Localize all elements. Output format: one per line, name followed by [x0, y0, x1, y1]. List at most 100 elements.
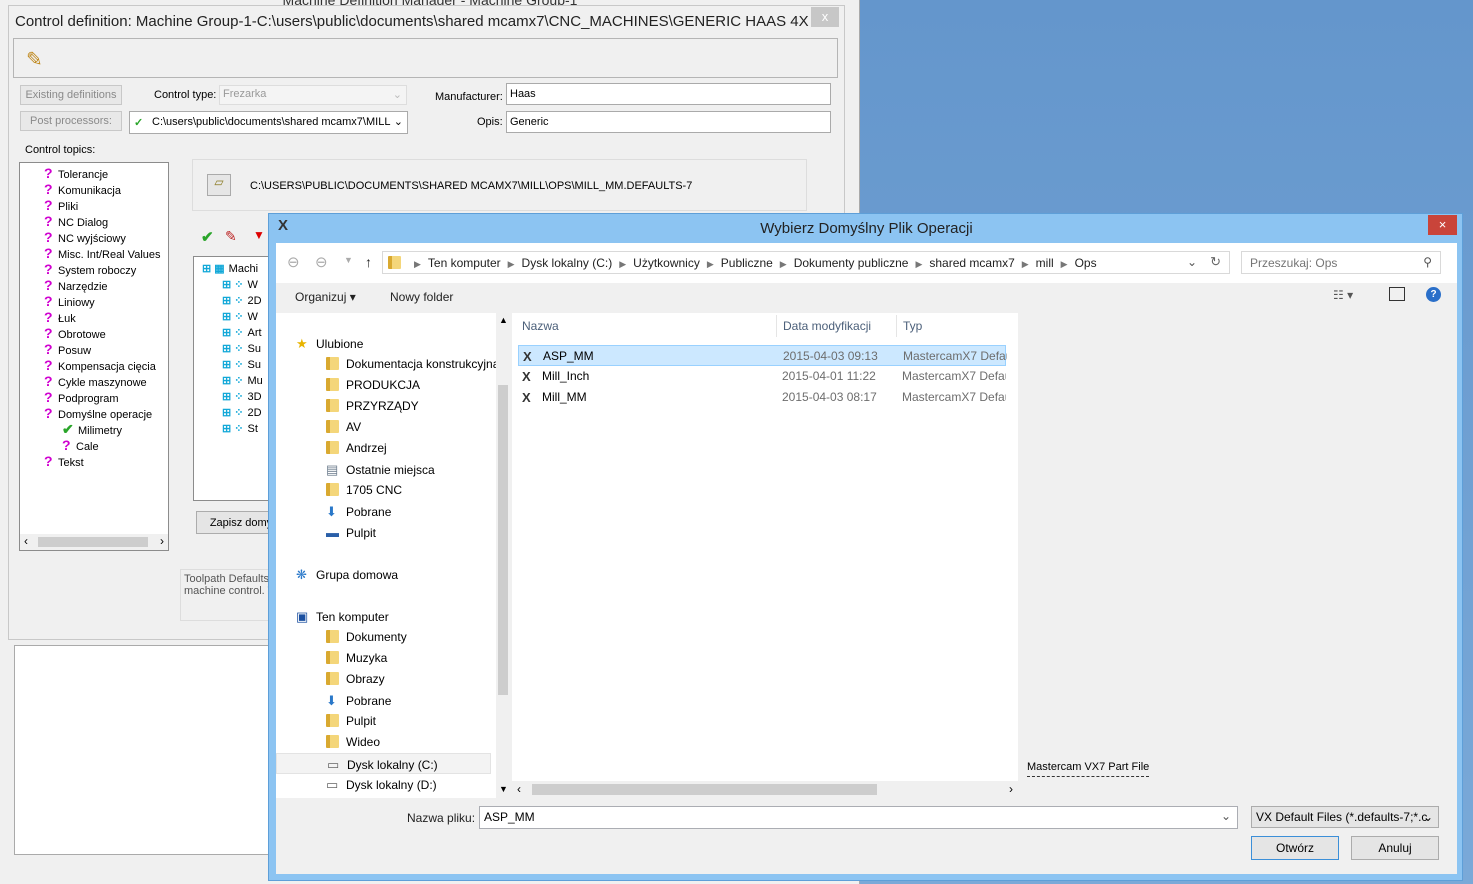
post-processors-button[interactable]: Post processors:: [20, 111, 122, 131]
check-all-icon[interactable]: ✔: [201, 228, 214, 246]
refresh-icon[interactable]: ↻: [1210, 254, 1221, 270]
breadcrumb-separator-icon[interactable]: ▶: [915, 259, 922, 269]
nav-item[interactable]: AV: [276, 417, 491, 438]
eraser-icon[interactable]: ✎: [225, 228, 237, 245]
scrollbar-thumb[interactable]: [38, 537, 148, 547]
scroll-down-icon[interactable]: ▼: [499, 784, 508, 794]
ops-tree-item[interactable]: ⊞ ⁘ W: [222, 277, 258, 293]
breadcrumb-item[interactable]: Użytkownicy: [633, 256, 700, 270]
tree-item[interactable]: ? Kompensacja cięcia: [44, 357, 156, 373]
breadcrumb-item[interactable]: Ops: [1075, 256, 1097, 270]
ops-tree-item[interactable]: ⊞ ⁘ Art: [222, 325, 262, 341]
tree-item[interactable]: ? Cale: [62, 437, 99, 453]
close-button[interactable]: x: [811, 7, 839, 27]
ops-tree-item[interactable]: ⊞ ▦ Machi: [202, 261, 258, 277]
ops-tree-item[interactable]: ⊞ ⁘ Mu: [222, 373, 263, 389]
nav-item[interactable]: Andrzej: [276, 438, 491, 459]
post-processor-select[interactable]: ✓ C:\users\public\documents\shared mcamx7…: [129, 111, 408, 134]
existing-definitions-button[interactable]: Existing definitions: [20, 85, 122, 105]
ops-tree-item[interactable]: ⊞ ⁘ 2D: [222, 405, 262, 421]
nav-item[interactable]: ⬇ Pobrane: [276, 690, 491, 711]
breadcrumb-separator-icon[interactable]: ▶: [1022, 259, 1029, 269]
breadcrumb-separator-icon[interactable]: ▶: [508, 259, 515, 269]
nav-item[interactable]: Obrazy: [276, 669, 491, 690]
nav-item[interactable]: ⬇ Pobrane: [276, 501, 491, 522]
ops-tree-item[interactable]: ⊞ ⁘ Su: [222, 341, 261, 357]
close-button[interactable]: ×: [1428, 215, 1457, 235]
breadcrumb-separator-icon[interactable]: ▶: [1061, 259, 1068, 269]
cancel-button[interactable]: Anuluj: [1351, 836, 1439, 860]
search-input[interactable]: [1250, 256, 1420, 270]
file-row[interactable]: X ASP_MM 2015-04-03 09:13 MastercamX7 Defau: [518, 345, 1007, 366]
scroll-right-icon[interactable]: ›: [1009, 782, 1013, 796]
tree-item[interactable]: ? System roboczy: [44, 261, 136, 277]
nav-item[interactable]: ❋ Grupa domowa: [276, 564, 491, 585]
open-button[interactable]: Otwórz: [1251, 836, 1339, 860]
tree-item[interactable]: ? Cykle maszynowe: [44, 373, 147, 389]
nav-item[interactable]: Dokumenty: [276, 627, 491, 648]
chevron-down-icon[interactable]: ⌄: [1221, 809, 1231, 823]
scroll-right-icon[interactable]: ›: [160, 534, 164, 548]
breadcrumb-item[interactable]: shared mcamx7: [929, 256, 1014, 270]
address-bar[interactable]: ▶ Ten komputer ▶ Dysk lokalny (C:) ▶ Użytkown…: [382, 251, 1230, 274]
breadcrumb-separator-icon[interactable]: ▶: [619, 259, 626, 269]
nav-item[interactable]: Pulpit: [276, 711, 491, 732]
up-icon[interactable]: ↑: [365, 254, 372, 270]
organize-menu[interactable]: Organizuj ▾: [295, 290, 356, 304]
ops-tree-item[interactable]: ⊞ ⁘ W: [222, 309, 258, 325]
breadcrumb-item[interactable]: mill: [1036, 256, 1054, 270]
scrollbar-thumb[interactable]: [532, 784, 877, 795]
edit-icon[interactable]: ✎: [26, 47, 43, 72]
tree-item[interactable]: ? Domyślne operacje: [44, 405, 152, 421]
recent-locations-icon[interactable]: ▼: [344, 255, 353, 265]
scrollbar-thumb[interactable]: [498, 385, 508, 695]
ops-tree-item[interactable]: ⊞ ⁘ 3D: [222, 389, 262, 405]
forward-icon[interactable]: ⊖: [315, 253, 328, 271]
nav-item[interactable]: PRZYRZĄDY: [276, 396, 491, 417]
tree-item[interactable]: ? Misc. Int/Real Values: [44, 245, 161, 261]
breadcrumb-item[interactable]: Ten komputer: [428, 256, 501, 270]
nav-item[interactable]: ▣ Ten komputer: [276, 606, 491, 627]
breadcrumb-item[interactable]: Dysk lokalny (C:): [522, 256, 613, 270]
manufacturer-input[interactable]: [506, 83, 831, 105]
breadcrumb-item[interactable]: Publiczne: [721, 256, 773, 270]
scroll-left-icon[interactable]: ‹: [517, 782, 521, 796]
nav-item[interactable]: ▬ Pulpit: [276, 522, 491, 543]
nav-item[interactable]: Wideo: [276, 732, 491, 753]
tree-item[interactable]: ? Obrotowe: [44, 325, 106, 341]
view-options-icon[interactable]: ☷ ▾: [1333, 288, 1353, 302]
nav-item[interactable]: Muzyka: [276, 648, 491, 669]
opis-input[interactable]: [506, 111, 831, 133]
new-folder-button[interactable]: Nowy folder: [390, 290, 453, 304]
filename-combobox[interactable]: ⌄: [479, 806, 1238, 829]
control-type-select[interactable]: Frezarka ⌄: [219, 85, 407, 105]
file-list-hscrollbar[interactable]: ‹ ›: [512, 781, 1018, 798]
breadcrumb-separator-icon[interactable]: ▶: [707, 259, 714, 269]
breadcrumb-separator-icon[interactable]: ▶: [414, 259, 421, 269]
tree-item[interactable]: ? NC Dialog: [44, 213, 108, 229]
navigation-pane[interactable]: ★ Ulubione Dokumentacja konstrukcyjna PRODU…: [276, 313, 510, 798]
control-topics-tree[interactable]: ? Tolerancje? Komunikacja? Pliki? NC Dialog?…: [19, 162, 169, 551]
scroll-left-icon[interactable]: ‹: [24, 534, 28, 548]
help-icon[interactable]: ?: [1426, 287, 1441, 302]
scroll-up-icon[interactable]: ▲: [499, 315, 508, 325]
nav-scrollbar[interactable]: ▲ ▼: [496, 313, 510, 798]
file-row[interactable]: X Mill_MM 2015-04-03 08:17 MastercamX7 Defa…: [518, 387, 1006, 408]
search-box[interactable]: ⚲: [1241, 251, 1441, 274]
arrow-down-icon[interactable]: ▼: [253, 228, 265, 242]
open-folder-icon[interactable]: ▱: [207, 174, 231, 196]
file-list[interactable]: Nazwa Data modyfikacji Typ X ASP_MM 2015-0…: [512, 313, 1018, 798]
ops-tree-item[interactable]: ⊞ ⁘ St: [222, 421, 258, 437]
nav-item[interactable]: 1705 CNC: [276, 480, 491, 501]
column-name[interactable]: Nazwa: [522, 319, 559, 333]
tree-item[interactable]: ? NC wyjściowy: [44, 229, 126, 245]
column-type[interactable]: Typ: [903, 319, 922, 333]
breadcrumb-separator-icon[interactable]: ▶: [780, 259, 787, 269]
horizontal-scrollbar[interactable]: ‹ ›: [20, 534, 168, 550]
tree-item[interactable]: ✔ Milimetry: [62, 421, 122, 437]
tree-item[interactable]: ? Pliki: [44, 197, 78, 213]
nav-item[interactable]: ▭ Dysk lokalny (C:): [276, 753, 491, 774]
preview-pane-icon[interactable]: [1389, 287, 1405, 301]
tree-item[interactable]: ? Liniowy: [44, 293, 95, 309]
nav-item[interactable]: ★ Ulubione: [276, 333, 491, 354]
